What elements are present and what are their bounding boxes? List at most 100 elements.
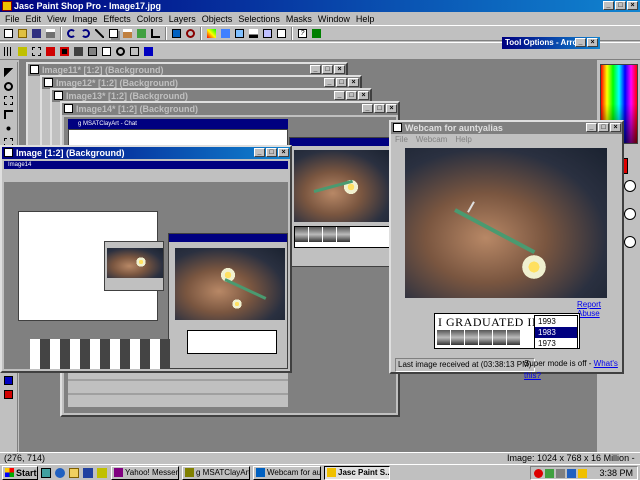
palette-toggle2-icon[interactable] <box>624 208 636 220</box>
browse-icon[interactable] <box>135 27 148 40</box>
script-icon[interactable] <box>275 27 288 40</box>
print-icon[interactable] <box>44 27 57 40</box>
image12-close-button[interactable]: × <box>348 78 359 87</box>
image11-minimize-button[interactable]: _ <box>310 65 321 74</box>
color-palette-icon[interactable] <box>44 45 57 58</box>
image-icon[interactable] <box>16 45 29 58</box>
internet-explorer-icon[interactable] <box>53 466 66 479</box>
mover-tool-icon[interactable] <box>2 122 16 135</box>
outlook-icon[interactable] <box>67 466 80 479</box>
image-front-minimize-button[interactable]: _ <box>254 148 265 157</box>
minimize-button[interactable]: _ <box>603 1 614 10</box>
image14-maximize-button[interactable]: □ <box>374 104 385 113</box>
tray-app-icon[interactable] <box>534 468 543 478</box>
webcam-menu-webcam[interactable]: Webcam <box>416 135 447 146</box>
webcam-menu-help[interactable]: Help <box>455 135 471 146</box>
redo-icon[interactable] <box>79 27 92 40</box>
image13-minimize-button[interactable]: _ <box>334 91 345 100</box>
menu-image[interactable]: Image <box>69 14 100 24</box>
webcam-menu-file[interactable]: File <box>395 135 408 146</box>
tool-options-palette[interactable]: Tool Options - Arrow _ × <box>502 37 600 49</box>
stop-icon[interactable] <box>184 27 197 40</box>
word-icon[interactable] <box>81 466 94 479</box>
task-paint-shop-pro[interactable]: Jasc Paint S... <box>324 465 390 480</box>
tray-network-icon[interactable] <box>545 468 554 478</box>
paint-icon[interactable] <box>205 27 218 40</box>
paint-shop-pro-icon[interactable] <box>2 1 12 11</box>
undo-icon[interactable] <box>65 27 78 40</box>
overview-icon[interactable] <box>261 27 274 40</box>
layer-palette-icon[interactable] <box>100 45 113 58</box>
image-front-close-button[interactable]: × <box>278 148 289 157</box>
image14-close-button[interactable]: × <box>386 104 397 113</box>
menu-view[interactable]: View <box>44 14 69 24</box>
arrow-tool-icon[interactable] <box>2 66 16 79</box>
clock[interactable]: 3:38 PM <box>599 468 637 478</box>
layers-icon[interactable] <box>233 27 246 40</box>
menu-layers[interactable]: Layers <box>166 14 199 24</box>
open-folder-icon[interactable] <box>16 27 29 40</box>
menu-colors[interactable]: Colors <box>134 14 166 24</box>
image12-minimize-button[interactable]: _ <box>324 78 335 87</box>
palette-toggle-icon[interactable] <box>624 180 636 192</box>
image11-maximize-button[interactable]: □ <box>322 65 333 74</box>
palette-toggle3-icon[interactable] <box>624 236 636 248</box>
deform-tool-icon[interactable] <box>2 94 16 107</box>
tool-options-close-button[interactable]: × <box>587 38 598 47</box>
object-icon[interactable] <box>128 45 141 58</box>
image13-maximize-button[interactable]: □ <box>346 91 357 100</box>
new-file-icon[interactable] <box>2 27 15 40</box>
tray-messenger-icon[interactable] <box>567 468 576 478</box>
menu-effects[interactable]: Effects <box>100 14 133 24</box>
close-button[interactable]: × <box>627 1 638 10</box>
webcam-minimize-button[interactable]: _ <box>586 123 597 132</box>
cut-icon[interactable] <box>93 27 106 40</box>
paste-icon[interactable] <box>121 27 134 40</box>
histogram-window-icon[interactable] <box>86 45 99 58</box>
tool-options-minimize-button[interactable]: _ <box>575 38 586 47</box>
webcam-close-button[interactable]: × <box>610 123 621 132</box>
fill-icon[interactable] <box>58 45 71 58</box>
maximize-button[interactable]: □ <box>615 1 626 10</box>
crop-icon[interactable] <box>149 27 162 40</box>
menu-help[interactable]: Help <box>353 14 378 24</box>
menu-masks[interactable]: Masks <box>283 14 315 24</box>
image-front-window[interactable]: Image [1:2] (Background) _ □ × Image14 <box>0 145 292 373</box>
image11-close-button[interactable]: × <box>334 65 345 74</box>
monitor-icon[interactable] <box>170 27 183 40</box>
menu-file[interactable]: File <box>2 14 23 24</box>
menu-objects[interactable]: Objects <box>199 14 236 24</box>
image12-maximize-button[interactable]: □ <box>336 78 347 87</box>
year-option-1973[interactable]: 1973 <box>535 338 577 349</box>
selection-icon[interactable] <box>30 45 43 58</box>
foreground-color-icon[interactable] <box>2 374 16 387</box>
webcam-maximize-button[interactable]: □ <box>598 123 609 132</box>
task-webcam[interactable]: Webcam for au... <box>253 465 321 480</box>
zoom-icon[interactable] <box>114 45 127 58</box>
menu-window[interactable]: Window <box>315 14 353 24</box>
year-list[interactable]: 1993 1983 1973 <box>534 315 578 349</box>
task-chat[interactable]: g MSATClayArt... <box>182 465 250 480</box>
image13-close-button[interactable]: × <box>358 91 369 100</box>
start-button[interactable]: Start <box>2 465 38 480</box>
menu-selections[interactable]: Selections <box>235 14 283 24</box>
copy-icon[interactable] <box>107 27 120 40</box>
home-icon[interactable] <box>310 27 323 40</box>
background-color-icon[interactable] <box>2 388 16 401</box>
zoom-tool-icon[interactable] <box>2 80 16 93</box>
graduation-ad[interactable]: I GRADUATED IN: 1993 1983 1973 <box>434 313 580 349</box>
script-palette-icon[interactable] <box>142 45 155 58</box>
save-icon[interactable] <box>30 27 43 40</box>
report-abuse-link[interactable]: Report Abuse <box>577 300 622 318</box>
webcam-window[interactable]: Webcam for auntyalias _ □ × File Webcam He… <box>389 120 624 380</box>
palette-icon[interactable] <box>219 27 232 40</box>
tray-misc-icon[interactable] <box>578 468 587 478</box>
paint-shop-quicklaunch-icon[interactable] <box>95 466 108 479</box>
year-option-1983[interactable]: 1983 <box>535 327 577 338</box>
crop-tool-icon[interactable] <box>2 108 16 121</box>
show-desktop-icon[interactable] <box>39 466 52 479</box>
year-option-1993[interactable]: 1993 <box>535 316 577 327</box>
histogram-icon[interactable] <box>247 27 260 40</box>
tray-volume-icon[interactable] <box>556 468 565 478</box>
task-yahoo-messenger[interactable]: Yahoo! Messen... <box>111 465 179 480</box>
